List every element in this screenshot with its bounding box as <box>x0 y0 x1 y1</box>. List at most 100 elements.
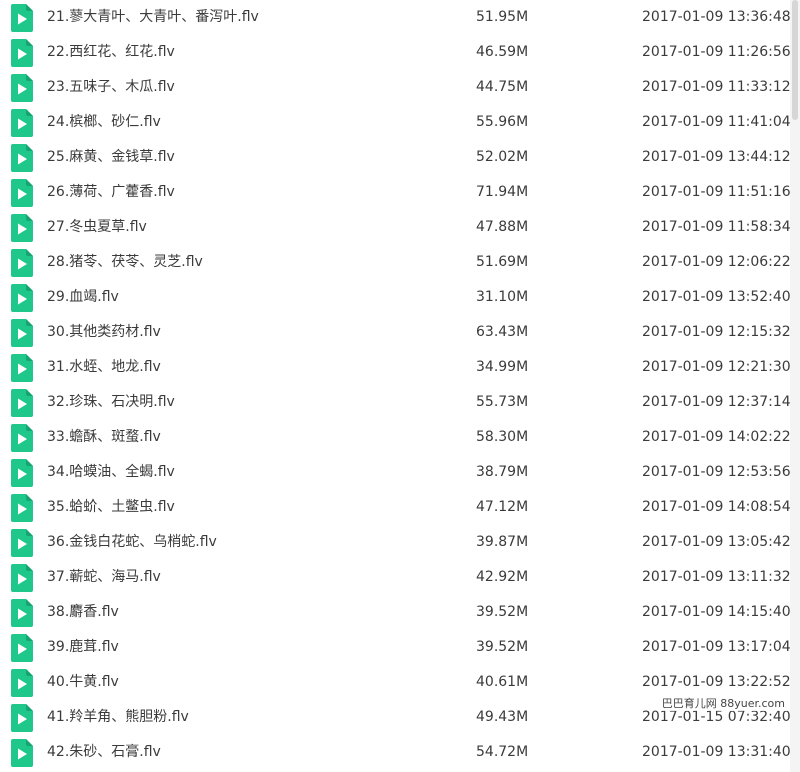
file-row[interactable]: 23.五味子、木瓜.flv 44.75M 2017-01-09 11:33:12 <box>0 70 791 105</box>
file-row[interactable]: 22.西红花、红花.flv 46.59M 2017-01-09 11:26:56 <box>0 35 791 70</box>
vertical-scrollbar[interactable] <box>790 0 800 772</box>
file-name[interactable]: 30.其他类药材.flv <box>47 315 161 350</box>
video-file-icon[interactable] <box>11 179 33 207</box>
file-name[interactable]: 29.血竭.flv <box>47 280 119 315</box>
video-file-icon[interactable] <box>11 704 33 732</box>
file-name[interactable]: 27.冬虫夏草.flv <box>47 210 147 245</box>
video-file-icon[interactable] <box>11 354 33 382</box>
file-row[interactable]: 29.血竭.flv 31.10M 2017-01-09 13:52:40 <box>0 280 791 315</box>
video-file-icon[interactable] <box>11 564 33 592</box>
file-size: 34.99M <box>476 359 529 375</box>
video-file-icon[interactable] <box>11 389 33 417</box>
file-date: 2017-01-09 12:15:32 <box>642 324 791 340</box>
file-size: 71.94M <box>476 184 529 200</box>
file-size: 38.79M <box>476 464 529 480</box>
file-name[interactable]: 21.蓼大青叶、大青叶、番泻叶.flv <box>47 0 259 35</box>
file-date: 2017-01-09 13:52:40 <box>642 289 791 305</box>
file-date: 2017-01-09 11:41:04 <box>642 114 791 130</box>
file-list: 21.蓼大青叶、大青叶、番泻叶.flv 51.95M 2017-01-09 13… <box>0 0 791 772</box>
file-name[interactable]: 42.朱砂、石膏.flv <box>47 735 161 770</box>
video-file-icon[interactable] <box>11 74 33 102</box>
file-name[interactable]: 38.麝香.flv <box>47 595 119 630</box>
video-file-icon[interactable] <box>11 109 33 137</box>
file-date: 2017-01-09 11:58:34 <box>642 219 791 235</box>
video-file-icon[interactable] <box>11 214 33 242</box>
file-row[interactable]: 37.蕲蛇、海马.flv 42.92M 2017-01-09 13:11:32 <box>0 560 791 595</box>
file-size: 39.52M <box>476 639 529 655</box>
file-row[interactable]: 39.鹿茸.flv 39.52M 2017-01-09 13:17:04 <box>0 630 791 665</box>
file-size: 52.02M <box>476 149 529 165</box>
file-row[interactable]: 32.珍珠、石决明.flv 55.73M 2017-01-09 12:37:14 <box>0 385 791 420</box>
file-row[interactable]: 31.水蛭、地龙.flv 34.99M 2017-01-09 12:21:30 <box>0 350 791 385</box>
file-size: 55.96M <box>476 114 529 130</box>
file-size: 54.72M <box>476 744 529 760</box>
video-file-icon[interactable] <box>11 669 33 697</box>
file-name[interactable]: 34.哈蟆油、全蝎.flv <box>47 455 175 490</box>
video-file-icon[interactable] <box>11 529 33 557</box>
video-file-icon[interactable] <box>11 459 33 487</box>
file-name[interactable]: 25.麻黄、金钱草.flv <box>47 140 175 175</box>
file-date: 2017-01-09 14:15:40 <box>642 604 791 620</box>
video-file-icon[interactable] <box>11 4 33 32</box>
file-name[interactable]: 24.槟榔、砂仁.flv <box>47 105 161 140</box>
file-name[interactable]: 26.薄荷、广藿香.flv <box>47 175 175 210</box>
file-size: 55.73M <box>476 394 529 410</box>
file-size: 31.10M <box>476 289 529 305</box>
scrollbar-thumb[interactable] <box>792 0 798 120</box>
video-file-icon[interactable] <box>11 284 33 312</box>
file-size: 39.87M <box>476 534 529 550</box>
file-name[interactable]: 36.金钱白花蛇、乌梢蛇.flv <box>47 525 217 560</box>
file-row[interactable]: 34.哈蟆油、全蝎.flv 38.79M 2017-01-09 12:53:56 <box>0 455 791 490</box>
video-file-icon[interactable] <box>11 144 33 172</box>
file-name[interactable]: 33.蟾酥、斑蝥.flv <box>47 420 161 455</box>
file-size: 58.30M <box>476 429 529 445</box>
video-file-icon[interactable] <box>11 319 33 347</box>
file-size: 49.43M <box>476 709 529 725</box>
file-row[interactable]: 25.麻黄、金钱草.flv 52.02M 2017-01-09 13:44:12 <box>0 140 791 175</box>
file-row[interactable]: 28.猪苓、茯苓、灵芝.flv 51.69M 2017-01-09 12:06:… <box>0 245 791 280</box>
file-row[interactable]: 35.蛤蚧、土鳖虫.flv 47.12M 2017-01-09 14:08:54 <box>0 490 791 525</box>
video-file-icon[interactable] <box>11 634 33 662</box>
file-row[interactable]: 21.蓼大青叶、大青叶、番泻叶.flv 51.95M 2017-01-09 13… <box>0 0 791 35</box>
file-name[interactable]: 37.蕲蛇、海马.flv <box>47 560 161 595</box>
file-row[interactable]: 33.蟾酥、斑蝥.flv 58.30M 2017-01-09 14:02:22 <box>0 420 791 455</box>
file-row[interactable]: 24.槟榔、砂仁.flv 55.96M 2017-01-09 11:41:04 <box>0 105 791 140</box>
file-date: 2017-01-09 12:06:22 <box>642 254 791 270</box>
video-file-icon[interactable] <box>11 494 33 522</box>
video-file-icon[interactable] <box>11 39 33 67</box>
file-name[interactable]: 32.珍珠、石决明.flv <box>47 385 175 420</box>
video-file-icon[interactable] <box>11 249 33 277</box>
file-name[interactable]: 35.蛤蚧、土鳖虫.flv <box>47 490 175 525</box>
file-row[interactable]: 36.金钱白花蛇、乌梢蛇.flv 39.87M 2017-01-09 13:05… <box>0 525 791 560</box>
file-size: 63.43M <box>476 324 529 340</box>
file-date: 2017-01-09 13:31:40 <box>642 744 791 760</box>
file-date: 2017-01-09 13:17:04 <box>642 639 791 655</box>
video-file-icon[interactable] <box>11 739 33 767</box>
file-size: 51.95M <box>476 9 529 25</box>
file-date: 2017-01-09 11:51:16 <box>642 184 791 200</box>
file-date: 2017-01-09 13:44:12 <box>642 149 791 165</box>
file-name[interactable]: 39.鹿茸.flv <box>47 630 119 665</box>
file-name[interactable]: 28.猪苓、茯苓、灵芝.flv <box>47 245 203 280</box>
video-file-icon[interactable] <box>11 424 33 452</box>
file-date: 2017-01-09 12:53:56 <box>642 464 791 480</box>
file-size: 47.88M <box>476 219 529 235</box>
file-date: 2017-01-09 13:05:42 <box>642 534 791 550</box>
file-date: 2017-01-09 13:36:48 <box>642 9 791 25</box>
file-size: 40.61M <box>476 674 529 690</box>
file-name[interactable]: 31.水蛭、地龙.flv <box>47 350 161 385</box>
file-row[interactable]: 26.薄荷、广藿香.flv 71.94M 2017-01-09 11:51:16 <box>0 175 791 210</box>
file-row[interactable]: 42.朱砂、石膏.flv 54.72M 2017-01-09 13:31:40 <box>0 735 791 770</box>
file-row[interactable]: 38.麝香.flv 39.52M 2017-01-09 14:15:40 <box>0 595 791 630</box>
file-name[interactable]: 23.五味子、木瓜.flv <box>47 70 175 105</box>
file-size: 51.69M <box>476 254 529 270</box>
file-row[interactable]: 27.冬虫夏草.flv 47.88M 2017-01-09 11:58:34 <box>0 210 791 245</box>
file-row[interactable]: 30.其他类药材.flv 63.43M 2017-01-09 12:15:32 <box>0 315 791 350</box>
file-date: 2017-01-09 13:11:32 <box>642 569 791 585</box>
video-file-icon[interactable] <box>11 599 33 627</box>
file-name[interactable]: 22.西红花、红花.flv <box>47 35 175 70</box>
file-name[interactable]: 41.羚羊角、熊胆粉.flv <box>47 700 189 735</box>
file-date: 2017-01-09 12:21:30 <box>642 359 791 375</box>
file-size: 44.75M <box>476 79 529 95</box>
file-name[interactable]: 40.牛黄.flv <box>47 665 119 700</box>
